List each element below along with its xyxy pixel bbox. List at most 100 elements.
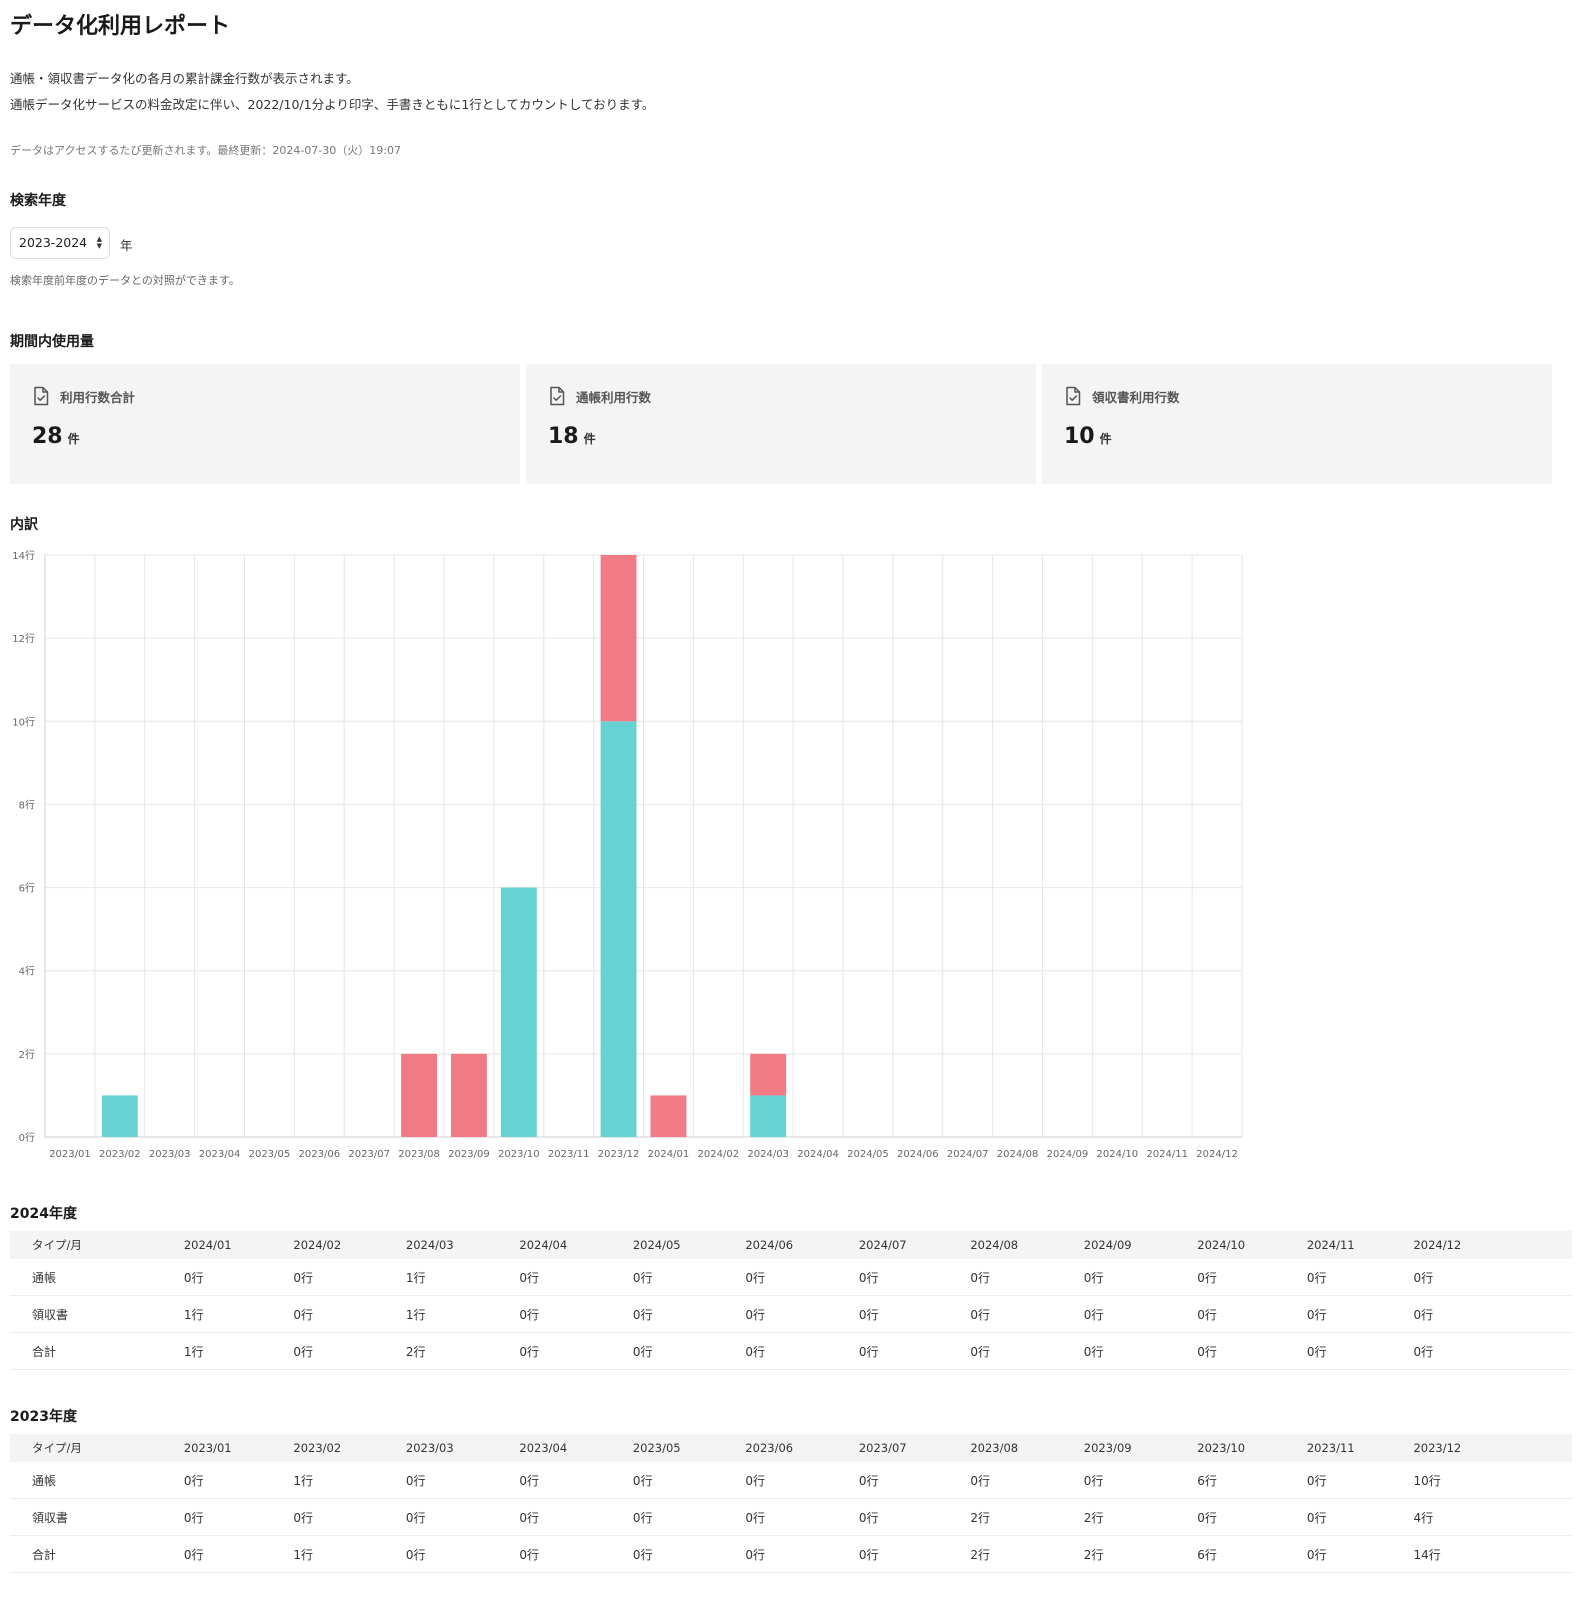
x-tick-label: 2023/05 — [249, 1149, 291, 1160]
row-type-label: 合計 — [10, 1332, 184, 1370]
description-line-1: 通帳・領収書データ化の各月の累計課金行数が表示されます。 — [10, 71, 359, 86]
column-header: タイプ/月 — [10, 1231, 184, 1259]
x-tick-label: 2023/12 — [598, 1149, 640, 1160]
table-header-row: タイプ/月 2024/01 2024/02 2024/03 2024/04 2024/05… — [10, 1231, 1572, 1259]
table-cell: 0行 — [632, 1295, 746, 1333]
table-cell: 0行 — [519, 1295, 633, 1333]
column-header: 2023/09 — [1083, 1434, 1198, 1462]
table-row: 領収書 1行 0行 1行 0行 0行 0行 0行 0行 0行 0行 0行 0行 — [10, 1295, 1572, 1333]
x-tick-label: 2023/01 — [49, 1149, 91, 1160]
table-cell: 0行 — [1083, 1332, 1198, 1370]
column-header: 2023/11 — [1306, 1434, 1414, 1462]
y-tick-label: 0行 — [19, 1131, 35, 1144]
x-tick-label: 2023/08 — [398, 1149, 440, 1160]
table-cell: 0行 — [858, 1295, 971, 1333]
bar-segment-2023-02-series-0 — [101, 1095, 138, 1137]
table-cell: 0行 — [858, 1259, 971, 1296]
bar-segment-2023-08-series-1 — [401, 1053, 438, 1137]
x-tick-label: 2023/02 — [99, 1149, 141, 1160]
table-header-row: タイプ/月 2023/01 2023/02 2023/03 2023/04 2023/05… — [10, 1434, 1572, 1462]
table-cell: 0行 — [1306, 1498, 1414, 1536]
table-cell: 0行 — [405, 1535, 520, 1573]
table-title-2023: 2023年度 — [10, 1409, 77, 1425]
table-cell: 0行 — [858, 1535, 971, 1573]
table-cell: 0行 — [519, 1535, 633, 1573]
table-cell: 0行 — [745, 1462, 859, 1499]
table-cell: 0行 — [1306, 1259, 1414, 1296]
table-cell: 2行 — [970, 1535, 1084, 1573]
search-hint: 検索年度前年度のデータとの対照ができます。 — [10, 274, 240, 287]
bar-segment-2023-12-series-0 — [600, 721, 637, 1137]
x-tick-label: 2024/07 — [947, 1149, 989, 1160]
table-cell: 0行 — [970, 1332, 1084, 1370]
table-cell: 0行 — [1197, 1259, 1307, 1296]
table-cell: 0行 — [183, 1462, 294, 1499]
x-tick-label: 2024/05 — [847, 1149, 889, 1160]
table-cell: 0行 — [1306, 1295, 1414, 1333]
document-check-icon — [550, 386, 565, 406]
year-unit-label: 年 — [120, 238, 133, 253]
column-header: 2024/02 — [293, 1231, 406, 1259]
column-header: 2024/12 — [1413, 1231, 1572, 1259]
y-tick-label: 12行 — [12, 632, 35, 645]
x-tick-label: 2023/07 — [348, 1149, 390, 1160]
search-year-heading: 検索年度 — [10, 193, 66, 209]
table-cell: 0行 — [1306, 1332, 1414, 1370]
year-select[interactable]: 2023-2024 ▲ ▼ — [10, 227, 110, 259]
table-cell: 0行 — [632, 1462, 746, 1499]
column-header: タイプ/月 — [10, 1434, 184, 1462]
year-select-value: 2023-2024 — [19, 235, 88, 250]
table-cell: 0行 — [293, 1259, 406, 1296]
table-cell: 0行 — [519, 1498, 633, 1536]
column-header: 2024/11 — [1306, 1231, 1414, 1259]
table-cell: 0行 — [970, 1259, 1084, 1296]
bar-segment-2023-10-series-0 — [500, 887, 537, 1137]
table-cell: 0行 — [293, 1295, 406, 1333]
column-header: 2023/08 — [970, 1434, 1084, 1462]
table-cell: 0行 — [1413, 1259, 1572, 1296]
table-cell: 0行 — [405, 1498, 520, 1536]
table-cell: 0行 — [970, 1295, 1084, 1333]
table-cell: 0行 — [1083, 1462, 1198, 1499]
last-updated-note: データはアクセスするたび更新されます。最終更新：2024-07-30（火）19:… — [10, 144, 401, 157]
usage-bar-chart: 0行 2行 4行 6行 8行 10行 12行 14行 2023/01 2023/02 2023/03… — [12, 550, 1243, 1160]
table-cell: 1行 — [405, 1259, 520, 1296]
table-cell: 0行 — [183, 1535, 294, 1573]
column-header: 2023/07 — [858, 1434, 971, 1462]
x-tick-label: 2024/11 — [1146, 1149, 1188, 1160]
table-cell: 10行 — [1413, 1462, 1572, 1499]
table-cell: 1行 — [405, 1295, 520, 1333]
y-tick-label: 10行 — [12, 715, 35, 728]
table-row: 通帳 0行 1行 0行 0行 0行 0行 0行 0行 0行 6行 0行 10行 — [10, 1462, 1572, 1499]
table-cell: 0行 — [858, 1332, 971, 1370]
column-header: 2024/03 — [405, 1231, 520, 1259]
table-row: 合計 1行 0行 2行 0行 0行 0行 0行 0行 0行 0行 0行 0行 — [10, 1332, 1572, 1370]
table-cell: 2行 — [970, 1498, 1084, 1536]
document-check-icon — [34, 386, 49, 406]
table-cell: 2行 — [1083, 1535, 1198, 1573]
card-label: 領収書利用行数 — [1092, 389, 1180, 405]
card-value: 18 — [548, 424, 579, 449]
usage-table-2024: タイプ/月 2024/01 2024/02 2024/03 2024/04 2024/05… — [10, 1231, 1572, 1370]
card-passbook-lines: 通帳利用行数 18 件 — [526, 364, 1036, 484]
card-value: 10 — [1064, 424, 1095, 449]
period-usage-heading: 期間内使用量 — [10, 334, 94, 350]
table-cell: 0行 — [745, 1259, 859, 1296]
x-tick-label: 2024/06 — [897, 1149, 939, 1160]
table-cell: 0行 — [1413, 1332, 1572, 1370]
column-header: 2024/04 — [519, 1231, 633, 1259]
table-cell: 0行 — [632, 1498, 746, 1536]
column-header: 2024/07 — [858, 1231, 971, 1259]
bar-segment-2023-12-series-1 — [600, 555, 637, 722]
row-type-label: 通帳 — [10, 1259, 184, 1296]
table-cell: 0行 — [745, 1295, 859, 1333]
column-header: 2023/01 — [183, 1434, 294, 1462]
table-cell: 0行 — [1083, 1295, 1198, 1333]
x-tick-label: 2023/04 — [199, 1149, 241, 1160]
column-header: 2024/06 — [745, 1231, 859, 1259]
x-tick-label: 2024/10 — [1097, 1149, 1139, 1160]
table-cell: 0行 — [1197, 1295, 1307, 1333]
table-cell: 0行 — [1083, 1259, 1198, 1296]
row-type-label: 領収書 — [10, 1498, 184, 1536]
column-header: 2024/10 — [1197, 1231, 1307, 1259]
